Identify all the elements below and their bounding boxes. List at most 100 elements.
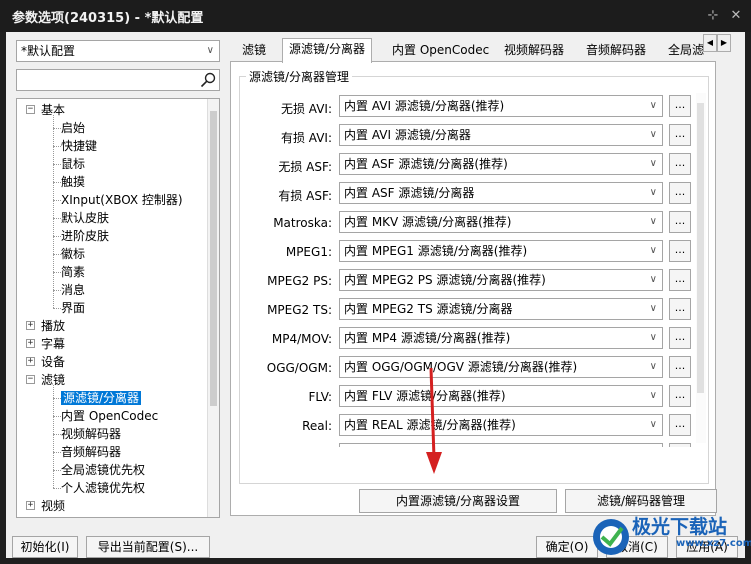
tab-4[interactable]: 音频解码器	[580, 40, 652, 62]
tree-item[interactable]: 源滤镜/分离器	[61, 389, 142, 407]
tree-scrollbar[interactable]	[207, 99, 219, 517]
tree-item[interactable]: 个人滤镜优先权	[61, 479, 145, 497]
splitter-options-button[interactable]: ...	[669, 385, 691, 407]
splitter-options-button[interactable]: ...	[669, 95, 691, 117]
splitter-options-button[interactable]: ...	[669, 124, 691, 146]
tree-expander-icon[interactable]: +	[26, 501, 35, 510]
tree-scroll-thumb[interactable]	[210, 111, 217, 406]
tree-item-label: 快捷键	[61, 139, 98, 153]
tree-item[interactable]: 进阶皮肤	[61, 227, 109, 245]
tree-item[interactable]: 视频解码器	[61, 425, 121, 443]
splitter-options-button[interactable]: ...	[669, 240, 691, 262]
search-icon[interactable]	[200, 72, 216, 88]
tree-item[interactable]: 内置 OpenCodec	[61, 407, 158, 425]
tree-item[interactable]: 全局滤镜优先权	[61, 461, 145, 479]
source-filter-group: 源滤镜/分离器管理 无损 AVI: 内置 AVI 源滤镜/分离器(推荐) ∨... 有…	[239, 68, 710, 484]
splitter-select[interactable]	[339, 443, 663, 447]
tree-item[interactable]: 默认皮肤	[61, 209, 109, 227]
tree-item-label: 消息	[61, 283, 86, 297]
splitter-options-button[interactable]: ...	[669, 327, 691, 349]
tree-item[interactable]: 播放	[41, 317, 65, 335]
tree-item[interactable]: 字幕	[41, 335, 65, 353]
splitter-select[interactable]: 内置 MPEG2 TS 源滤镜/分离器 ∨	[339, 298, 663, 320]
tab-2[interactable]: 内置 OpenCodec	[386, 40, 495, 62]
tree-item[interactable]: 启始	[61, 119, 85, 137]
splitter-select[interactable]: 内置 MP4 源滤镜/分离器(推荐) ∨	[339, 327, 663, 349]
tree-item[interactable]: XInput(XBOX 控制器)	[61, 191, 183, 209]
tree-expander-icon[interactable]: +	[26, 339, 35, 348]
splitter-select[interactable]: 内置 AVI 源滤镜/分离器 ∨	[339, 124, 663, 146]
chevron-down-icon: ∨	[649, 216, 657, 227]
format-label: Matroska:	[273, 216, 332, 230]
tree-item[interactable]: 消息	[61, 281, 85, 299]
splitter-select[interactable]: 内置 MKV 源滤镜/分离器(推荐) ∨	[339, 211, 663, 233]
pin-icon[interactable]: ⊹	[703, 6, 723, 26]
format-label: 有损 AVI:	[280, 131, 332, 145]
tree-connector	[53, 236, 61, 237]
splitter-select[interactable]: 内置 ASF 源滤镜/分离器(推荐) ∨	[339, 153, 663, 175]
splitter-select-value: 内置 MKV 源滤镜/分离器(推荐)	[344, 215, 512, 229]
splitter-row: MPEG2 PS: 内置 MPEG2 PS 源滤镜/分离器(推荐) ∨...	[240, 267, 710, 296]
filter-decoder-manager-button[interactable]: 滤镜/解码器管理	[565, 489, 717, 513]
chevron-down-icon: ∨	[649, 158, 657, 169]
title-bar: 参数选项(240315) - *默认配置 ⊹ ✕	[0, 0, 751, 32]
splitter-options-button[interactable]	[669, 443, 691, 447]
splitter-select[interactable]: 内置 ASF 源滤镜/分离器 ∨	[339, 182, 663, 204]
tab-scroll-right-icon[interactable]: ▶	[717, 34, 731, 52]
splitter-options-button[interactable]: ...	[669, 414, 691, 436]
splitter-options-button[interactable]: ...	[669, 298, 691, 320]
splitter-select[interactable]: 内置 FLV 源滤镜/分离器(推荐) ∨	[339, 385, 663, 407]
tree-item[interactable]: 简素	[61, 263, 85, 281]
builtin-splitter-settings-button[interactable]: 内置源滤镜/分离器设置	[359, 489, 557, 513]
splitter-select[interactable]: 内置 MPEG1 源滤镜/分离器(推荐) ∨	[339, 240, 663, 262]
splitter-options-button[interactable]: ...	[669, 182, 691, 204]
tab-scroll-left-icon[interactable]: ◀	[703, 34, 717, 52]
tree-expander-icon[interactable]: +	[26, 321, 35, 330]
tree-expander-icon[interactable]: −	[26, 105, 35, 114]
window-title: 参数选项(240315) - *默认配置	[12, 11, 204, 26]
tree-item[interactable]: 声音	[41, 515, 65, 517]
tab-3[interactable]: 视频解码器	[498, 40, 570, 62]
tree-item[interactable]: 鼠标	[61, 155, 85, 173]
profile-combo[interactable]: *默认配置 ∨	[16, 40, 220, 62]
tab-0[interactable]: 滤镜	[236, 40, 272, 62]
splitter-options-button[interactable]: ...	[669, 269, 691, 291]
tree-expander-icon[interactable]: −	[26, 375, 35, 384]
tree-item-label: 鼠标	[61, 157, 86, 171]
splitter-row: OGG/OGM: 内置 OGG/OGM/OGV 源滤镜/分离器(推荐) ∨...	[240, 354, 710, 383]
settings-tree[interactable]: − 基本 启始 快捷键 鼠标 触摸 XInput(XBOX 控制器) 默认皮肤 进阶皮肤 徽标 简素…	[16, 98, 220, 518]
tab-1[interactable]: 源滤镜/分离器	[282, 38, 373, 63]
tree-item[interactable]: 触摸	[61, 173, 85, 191]
close-icon[interactable]: ✕	[726, 6, 746, 26]
tree-item[interactable]: 徽标	[61, 245, 85, 263]
search-input[interactable]	[16, 69, 220, 91]
format-label: OGG/OGM:	[266, 361, 332, 375]
splitter-select-value: 内置 MP4 源滤镜/分离器(推荐)	[344, 331, 511, 345]
tree-connector	[53, 128, 61, 129]
init-button[interactable]: 初始化(I)	[12, 536, 78, 558]
format-label: FLV:	[308, 390, 332, 404]
splitter-options-button[interactable]: ...	[669, 356, 691, 378]
splitter-options-button[interactable]: ...	[669, 153, 691, 175]
tree-item[interactable]: 视频	[41, 497, 65, 515]
tree-connector	[53, 164, 61, 165]
tree-expander-icon[interactable]: +	[26, 357, 35, 366]
tree-item-label: XInput(XBOX 控制器)	[61, 193, 183, 207]
tree-item-label: 默认皮肤	[61, 211, 110, 225]
splitter-select[interactable]: 内置 AVI 源滤镜/分离器(推荐) ∨	[339, 95, 663, 117]
export-config-button[interactable]: 导出当前配置(S)...	[86, 536, 210, 558]
splitter-select[interactable]: 内置 OGG/OGM/OGV 源滤镜/分离器(推荐) ∨	[339, 356, 663, 378]
chevron-down-icon: ∨	[649, 332, 657, 343]
format-label: 有损 ASF:	[278, 189, 332, 203]
tree-item[interactable]: 设备	[41, 353, 65, 371]
splitter-options-button[interactable]: ...	[669, 211, 691, 233]
format-label: MPEG1:	[285, 245, 332, 259]
tree-connector	[53, 470, 61, 471]
tree-item[interactable]: 界面	[61, 299, 85, 317]
tree-item[interactable]: 快捷键	[61, 137, 97, 155]
splitter-select[interactable]: 内置 MPEG2 PS 源滤镜/分离器(推荐) ∨	[339, 269, 663, 291]
chevron-down-icon: ∨	[206, 45, 214, 56]
tree-item[interactable]: 音频解码器	[61, 443, 121, 461]
splitter-row: 有损 AVI: 内置 AVI 源滤镜/分离器 ∨...	[240, 122, 710, 151]
splitter-select[interactable]: 内置 REAL 源滤镜/分离器(推荐) ∨	[339, 414, 663, 436]
